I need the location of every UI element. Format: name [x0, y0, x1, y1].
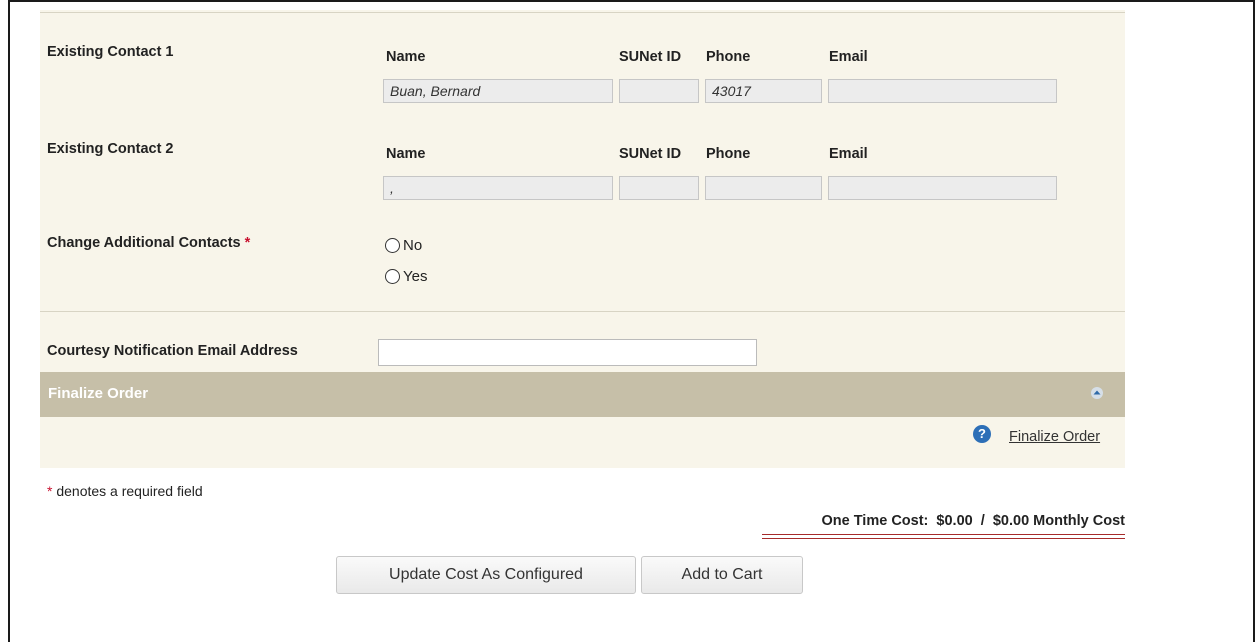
help-icon[interactable]: ? — [973, 425, 991, 443]
cost-underline-2 — [762, 538, 1125, 539]
radio-no-circle[interactable] — [385, 238, 400, 253]
cost-underline-1 — [762, 534, 1125, 535]
contact2-name-header: Name — [386, 146, 426, 162]
contact1-name-field: Buan, Bernard — [383, 79, 613, 103]
contact2-email-field — [828, 176, 1057, 200]
contact2-sunet-field — [619, 176, 699, 200]
finalize-order-section-title: Finalize Order — [48, 385, 149, 402]
radio-no-label: No — [403, 237, 423, 254]
cost-summary: One Time Cost: $0.00 / $0.00 Monthly Cos… — [821, 513, 1125, 529]
collapse-arrow-icon[interactable] — [1090, 386, 1104, 400]
contact2-email-header: Email — [829, 146, 868, 162]
contact1-name-header: Name — [386, 49, 426, 65]
required-note-text: denotes a required field — [52, 483, 203, 499]
contact2-phone-header: Phone — [706, 146, 751, 162]
contact1-email-field — [828, 79, 1057, 103]
existing-contact-1-label: Existing Contact 1 — [47, 44, 174, 60]
radio-yes[interactable]: Yes — [385, 268, 427, 285]
finalize-order-link[interactable]: Finalize Order — [1009, 429, 1100, 445]
required-field-note: * denotes a required field — [47, 483, 203, 499]
courtesy-notification-label: Courtesy Notification Email Address — [47, 343, 298, 359]
contact2-phone-field — [705, 176, 822, 200]
radio-yes-label: Yes — [403, 268, 428, 285]
contact1-phone-header: Phone — [706, 49, 751, 65]
contact1-email-header: Email — [829, 49, 868, 65]
required-mark: * — [244, 235, 251, 251]
courtesy-notification-email-input[interactable] — [378, 339, 757, 366]
middle-divider — [40, 311, 1125, 312]
contact1-sunet-header: SUNet ID — [619, 49, 682, 65]
contact1-phone-field: 43017 — [705, 79, 822, 103]
contact2-sunet-header: SUNet ID — [619, 146, 682, 162]
change-contacts-label: Change Additional Contacts * — [47, 235, 250, 251]
radio-yes-circle[interactable] — [385, 269, 400, 284]
existing-contact-2-label: Existing Contact 2 — [47, 141, 174, 157]
top-divider — [40, 12, 1125, 13]
radio-no[interactable]: No — [385, 237, 422, 254]
finalize-order-section-header[interactable]: Finalize Order — [40, 372, 1125, 417]
contact2-name-field: , — [383, 176, 613, 200]
add-to-cart-button[interactable]: Add to Cart — [641, 556, 803, 594]
contact1-sunet-field — [619, 79, 699, 103]
change-contacts-label-text: Change Additional Contacts — [47, 235, 241, 251]
update-cost-button[interactable]: Update Cost As Configured — [336, 556, 636, 594]
